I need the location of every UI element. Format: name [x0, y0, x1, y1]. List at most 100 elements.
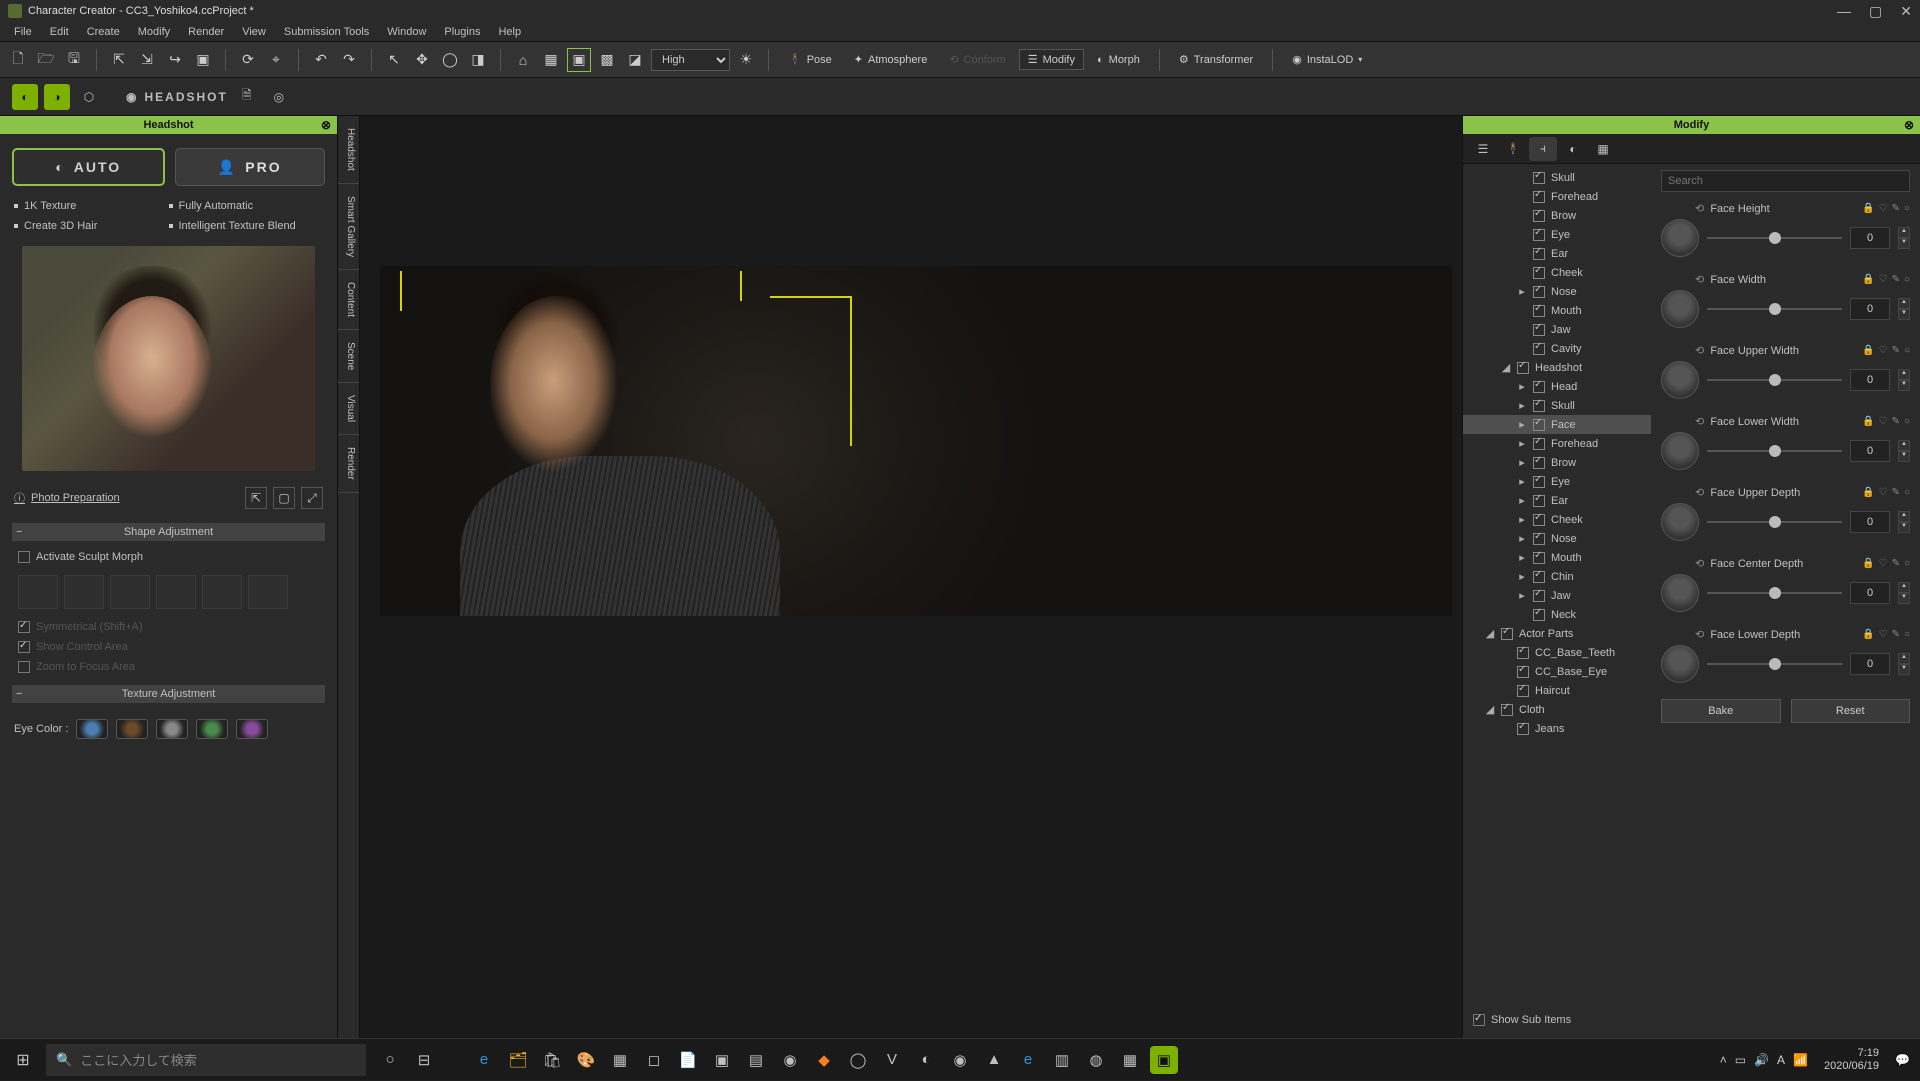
orbit-icon[interactable]: ⟳	[236, 48, 260, 72]
reset-button[interactable]: Reset	[1791, 699, 1911, 723]
spin-down[interactable]: ▼	[1898, 664, 1910, 675]
tree-item[interactable]: ▸Face	[1463, 415, 1651, 434]
rotate-icon[interactable]: ◯	[438, 48, 462, 72]
headshot-settings-icon[interactable]: ◎	[266, 84, 292, 110]
app-icon[interactable]: V	[878, 1046, 906, 1074]
tree-item[interactable]: Ear	[1463, 244, 1651, 263]
mod-tab-checker-icon[interactable]: ▦	[1589, 137, 1617, 161]
activate-sculpt-checkbox[interactable]	[18, 551, 30, 563]
mod-tab-skin-icon[interactable]: ◐	[1559, 137, 1587, 161]
send-icon[interactable]: ↪	[163, 48, 187, 72]
side-tab-content[interactable]: Content	[338, 270, 359, 330]
minimize-button[interactable]: —	[1837, 3, 1851, 20]
slider-track[interactable]	[1707, 379, 1842, 381]
spin-down[interactable]: ▼	[1898, 380, 1910, 391]
show-sub-checkbox[interactable]	[1473, 1014, 1485, 1026]
atmosphere-button[interactable]: ✦Atmosphere	[845, 49, 937, 70]
slider-value-input[interactable]	[1850, 511, 1890, 533]
headshot-mesh-icon[interactable]: ⬡	[76, 84, 102, 110]
spin-up[interactable]: ▲	[1898, 653, 1910, 664]
app-icon[interactable]: ▦	[1116, 1046, 1144, 1074]
frame-sel-icon[interactable]: ▣	[567, 48, 591, 72]
shape-adjustment-header[interactable]: −Shape Adjustment	[12, 523, 325, 541]
app-icon[interactable]: ▦	[606, 1046, 634, 1074]
camera-icon[interactable]: ▣	[191, 48, 215, 72]
side-tab-headshot[interactable]: Headshot	[338, 116, 359, 184]
eye-color-swatch[interactable]	[196, 719, 228, 739]
instalod-button[interactable]: ◉InstaLOD▾	[1283, 49, 1371, 70]
menu-view[interactable]: View	[234, 24, 274, 40]
tree-item[interactable]: Eye	[1463, 225, 1651, 244]
slider-thumb[interactable]	[1661, 361, 1699, 399]
spin-up[interactable]: ▲	[1898, 369, 1910, 380]
photo-action-3-icon[interactable]: ⤢	[301, 487, 323, 509]
tree-item[interactable]: ◢Actor Parts	[1463, 624, 1651, 643]
source-photo[interactable]	[22, 246, 315, 471]
tray-battery-icon[interactable]: ▭	[1735, 1053, 1746, 1067]
tree-item[interactable]: ▸Jaw	[1463, 586, 1651, 605]
spin-down[interactable]: ▼	[1898, 593, 1910, 604]
scale-icon[interactable]: ◨	[466, 48, 490, 72]
tree-item[interactable]: ◢Cloth	[1463, 700, 1651, 719]
photo-prep-link[interactable]: ⓘPhoto Preparation	[14, 490, 120, 506]
slider-track[interactable]	[1707, 237, 1842, 239]
slider-value-input[interactable]	[1850, 440, 1890, 462]
spin-up[interactable]: ▲	[1898, 582, 1910, 593]
slider-track[interactable]	[1707, 521, 1842, 523]
blender-icon[interactable]: ◆	[810, 1046, 838, 1074]
menu-edit[interactable]: Edit	[42, 24, 77, 40]
shade-icon[interactable]: ◪	[623, 48, 647, 72]
tree-item[interactable]: ▸Skull	[1463, 396, 1651, 415]
tree-item[interactable]: Cavity	[1463, 339, 1651, 358]
headshot-mode-1-icon[interactable]: ◐	[12, 84, 38, 110]
pro-mode-button[interactable]: 👤PRO	[175, 148, 326, 186]
app-icon[interactable]: ▥	[1048, 1046, 1076, 1074]
tree-item[interactable]: ▸Nose	[1463, 282, 1651, 301]
app-icon[interactable]: ◍	[1082, 1046, 1110, 1074]
app-icon[interactable]: 📄	[674, 1046, 702, 1074]
menu-help[interactable]: Help	[490, 24, 529, 40]
slider-track[interactable]	[1707, 308, 1842, 310]
tree-item[interactable]: Brow	[1463, 206, 1651, 225]
perspective-icon[interactable]: ⌖	[264, 48, 288, 72]
tree-item[interactable]: Haircut	[1463, 681, 1651, 700]
app-icon[interactable]: ▣	[708, 1046, 736, 1074]
tree-item[interactable]: Skull	[1463, 168, 1651, 187]
chrome-icon[interactable]: ◯	[844, 1046, 872, 1074]
light-icon[interactable]: ☀	[734, 48, 758, 72]
eye-color-swatch[interactable]	[236, 719, 268, 739]
start-button[interactable]: ⊞	[0, 1039, 46, 1081]
search-input[interactable]	[1661, 170, 1910, 192]
spin-down[interactable]: ▼	[1898, 522, 1910, 533]
mod-tab-morph-icon[interactable]: ⫞	[1529, 137, 1557, 161]
tree-item[interactable]: ▸Forehead	[1463, 434, 1651, 453]
slider-thumb[interactable]	[1661, 432, 1699, 470]
viewport-3d[interactable]	[360, 116, 1462, 1038]
tree-item[interactable]: ▸Mouth	[1463, 548, 1651, 567]
tree-item[interactable]: ▸Chin	[1463, 567, 1651, 586]
auto-mode-button[interactable]: ◐AUTO	[12, 148, 165, 186]
app-icon[interactable]: 🎨	[572, 1046, 600, 1074]
slider-value-input[interactable]	[1850, 369, 1890, 391]
photo-action-1-icon[interactable]: ⇱	[245, 487, 267, 509]
morph-button[interactable]: ◐Morph	[1088, 50, 1149, 70]
spin-up[interactable]: ▲	[1898, 511, 1910, 522]
tree-item[interactable]: ▸Brow	[1463, 453, 1651, 472]
ie-icon[interactable]: e	[1014, 1046, 1042, 1074]
app-icon[interactable]: ◻	[640, 1046, 668, 1074]
redo-icon[interactable]: ↷	[337, 48, 361, 72]
side-tab-smart-gallery[interactable]: Smart Gallery	[338, 184, 359, 270]
headshot-mode-2-icon[interactable]: ◑	[44, 84, 70, 110]
save-icon[interactable]: 🖫	[62, 48, 86, 72]
bake-button[interactable]: Bake	[1661, 699, 1781, 723]
slider-thumb[interactable]	[1661, 645, 1699, 683]
mod-tab-pose-icon[interactable]: 🕴	[1499, 137, 1527, 161]
slider-track[interactable]	[1707, 450, 1842, 452]
side-tab-scene[interactable]: Scene	[338, 330, 359, 383]
spin-up[interactable]: ▲	[1898, 298, 1910, 309]
slider-value-input[interactable]	[1850, 653, 1890, 675]
clock[interactable]: 7:192020/06/19	[1816, 1047, 1887, 1071]
menu-submission-tools[interactable]: Submission Tools	[276, 24, 377, 40]
slider-track[interactable]	[1707, 663, 1842, 665]
wireframe-icon[interactable]: ▩	[595, 48, 619, 72]
